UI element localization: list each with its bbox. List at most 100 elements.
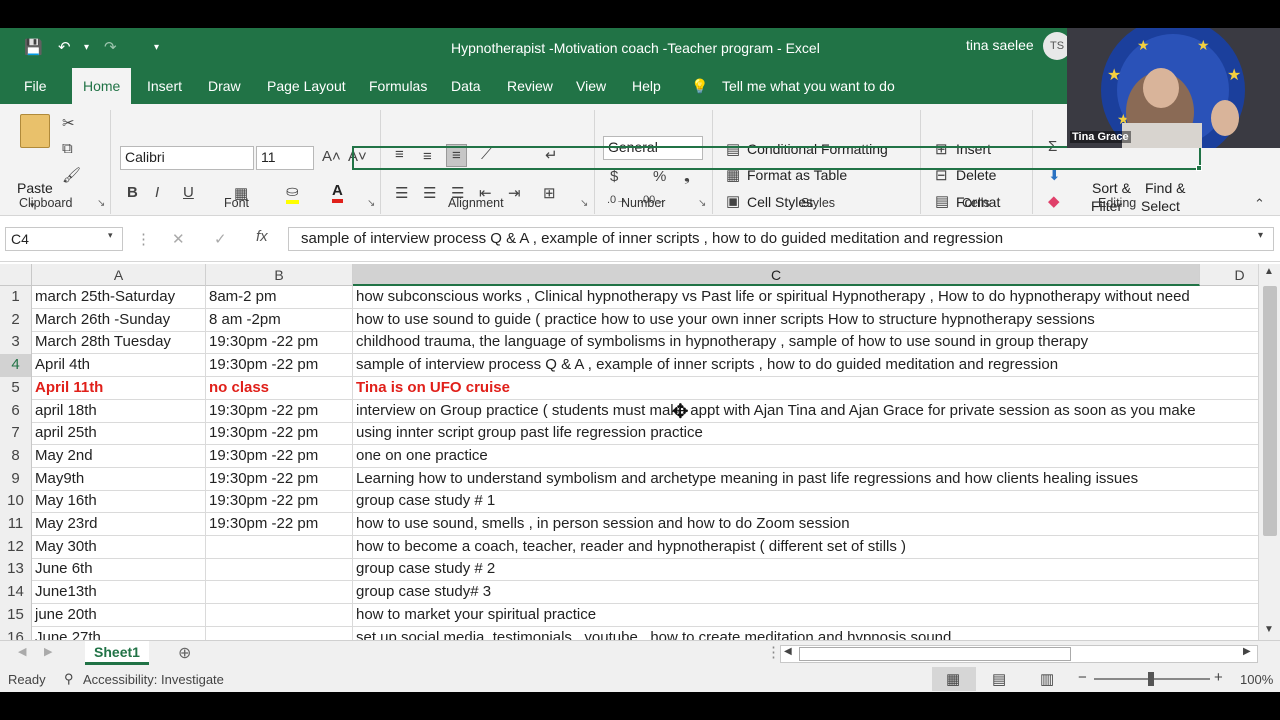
user-name[interactable]: tina saelee [966,37,1034,53]
cell-b[interactable]: 19:30pm -22 pm [206,444,353,467]
cell-b[interactable] [206,535,353,558]
column-header-d[interactable]: D [1200,264,1258,286]
cell-b[interactable] [206,626,353,640]
cell-a[interactable]: March 26th -Sunday [32,308,206,331]
cell-b[interactable]: 19:30pm -22 pm [206,331,353,354]
tab-help[interactable]: Help [632,78,661,94]
page-layout-view-icon[interactable]: ▤ [992,670,1006,688]
cell-d[interactable] [1200,354,1258,376]
cell-d[interactable] [1200,377,1258,399]
cell-a[interactable]: May 23rd [32,513,206,535]
sort-filter-button[interactable]: Sort & [1092,180,1131,196]
cell-d[interactable] [1200,627,1258,641]
scroll-down-icon[interactable]: ▼ [1264,624,1274,635]
alignment-launcher-icon[interactable]: ↘ [580,198,588,209]
cell-c[interactable]: Learning how to understand symbolism and… [353,468,1200,490]
accessibility-status[interactable]: Accessibility: Investigate [83,672,224,687]
font-size-select[interactable]: 11 [256,146,314,170]
cell-b[interactable] [206,558,353,581]
horizontal-scroll-thumb[interactable] [799,647,1071,661]
collapse-ribbon-icon[interactable]: ⌃ [1254,196,1265,212]
cell-c[interactable]: set up social media, testimonials , yout… [353,627,1200,641]
cell-d[interactable] [1200,445,1258,467]
column-header-b[interactable]: B [206,264,353,286]
paste-icon[interactable] [20,114,50,148]
cell-d[interactable] [1200,536,1258,558]
cell-d[interactable] [1200,604,1258,626]
scroll-left-icon[interactable]: ◀ [784,646,792,657]
bold-icon[interactable]: B [127,184,138,201]
cell-c[interactable]: one on one practice [353,445,1200,467]
undo-icon[interactable]: ↶ [58,38,71,56]
cell-c[interactable]: interview on Group practice ( students m… [353,400,1200,422]
row-header[interactable]: 15 [0,603,32,627]
cell-a[interactable]: May 2nd [32,444,206,467]
cell-d[interactable] [1200,468,1258,490]
row-header[interactable]: 13 [0,558,32,582]
cell-b[interactable]: 19:30pm -22 pm [206,354,353,377]
cancel-icon[interactable]: ✕ [172,230,185,248]
selected-cell-c4[interactable] [352,146,1201,170]
cell-d[interactable] [1200,513,1258,535]
cell-d[interactable] [1200,309,1258,331]
cell-a[interactable]: May9th [32,467,206,490]
cell-c[interactable]: sample of interview process Q & A , exam… [353,354,1200,376]
column-header-a[interactable]: A [32,264,206,286]
fill-color-icon[interactable]: ⛀ [286,182,299,204]
cell-a[interactable]: May 30th [32,535,206,558]
cell-d[interactable] [1200,331,1258,353]
cell-b[interactable]: 8 am -2pm [206,308,353,331]
tab-data[interactable]: Data [451,78,481,94]
cut-icon[interactable]: ✂ [62,114,75,132]
row-header[interactable]: 1 [0,286,32,309]
cell-b[interactable]: 19:30pm -22 pm [206,467,353,490]
cell-a[interactable]: May 16th [32,490,206,513]
next-sheet-icon[interactable]: ▶ [44,645,52,658]
vertical-scrollbar[interactable]: ▲ ▼ [1258,264,1280,640]
row-header[interactable]: 10 [0,490,32,514]
scroll-up-icon[interactable]: ▲ [1264,266,1274,277]
cell-d[interactable] [1200,400,1258,422]
cell-d[interactable] [1200,286,1258,308]
column-header-c[interactable]: C [353,264,1200,286]
percent-icon[interactable]: % [653,168,666,185]
cell-a[interactable]: April 4th [32,354,206,377]
tell-me-search[interactable]: Tell me what you want to do [722,78,895,94]
tab-insert[interactable]: Insert [147,78,182,94]
row-header[interactable]: 9 [0,467,32,491]
row-header[interactable]: 8 [0,444,32,468]
cell-b[interactable]: 19:30pm -22 pm [206,422,353,445]
cell-c[interactable]: how to use sound, smells , in person ses… [353,513,1200,535]
row-header[interactable]: 6 [0,399,32,423]
row-header[interactable]: 16 [0,626,32,640]
insert-function-icon[interactable]: fx [256,228,268,245]
row-header[interactable]: 7 [0,422,32,446]
font-launcher-icon[interactable]: ↘ [367,198,375,209]
comma-icon[interactable]: ❟ [684,168,690,185]
add-sheet-icon[interactable]: ⊕ [178,643,191,663]
row-header[interactable]: 14 [0,581,32,605]
cell-d[interactable] [1200,490,1258,512]
cell-b[interactable] [206,603,353,626]
tab-draw[interactable]: Draw [208,78,241,94]
cell-d[interactable] [1200,422,1258,444]
cell-c[interactable]: group case study # 1 [353,490,1200,512]
cell-a[interactable]: june 20th [32,603,206,626]
cell-a[interactable]: april 18th [32,399,206,422]
fill-handle[interactable] [1196,165,1202,171]
merge-center-icon[interactable]: ⊞ [543,184,556,202]
formula-input[interactable]: sample of interview process Q & A , exam… [288,227,1274,251]
row-header[interactable]: 12 [0,535,32,559]
select-all-corner[interactable] [0,264,32,286]
name-box-dropdown-icon[interactable]: ▾ [108,230,113,241]
font-color-icon[interactable]: A [332,182,343,203]
format-painter-icon[interactable]: 🖌 [62,166,81,184]
underline-icon[interactable]: U [183,184,194,201]
cell-b[interactable]: 8am-2 pm [206,286,353,308]
cell-c[interactable]: Tina is on UFO cruise [353,377,1200,399]
row-header[interactable]: 4 [0,354,32,378]
italic-icon[interactable]: I [155,184,159,201]
horizontal-scrollbar[interactable]: ◀ ▶ [780,645,1258,663]
cell-a[interactable]: march 25th-Saturday [32,286,206,308]
align-left-icon[interactable]: ☰ [395,184,408,202]
